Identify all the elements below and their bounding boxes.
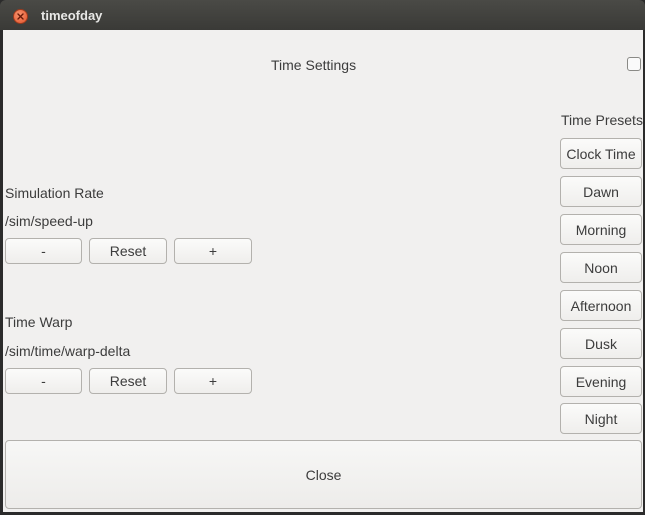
page-title: Time Settings [271,57,357,73]
preset-dusk-button[interactable]: Dusk [560,328,642,359]
simulation-rate-increase-button[interactable]: + [174,238,252,264]
settings-checkbox[interactable] [627,57,641,71]
time-presets-heading: Time Presets [561,112,643,128]
simulation-rate-decrease-button[interactable]: - [5,238,82,264]
preset-noon-button[interactable]: Noon [560,252,642,283]
window-close-icon[interactable] [13,9,28,24]
preset-morning-button[interactable]: Morning [560,214,642,245]
title-bar: timeofday [0,0,645,30]
preset-dawn-button[interactable]: Dawn [560,176,642,207]
window-title: timeofday [41,8,103,23]
preset-evening-button[interactable]: Evening [560,366,642,397]
time-warp-increase-button[interactable]: + [174,368,252,394]
preset-afternoon-button[interactable]: Afternoon [560,290,642,321]
preset-night-button[interactable]: Night [560,403,642,434]
time-warp-label: Time Warp [5,314,73,330]
simulation-rate-label: Simulation Rate [5,185,104,201]
time-warp-decrease-button[interactable]: - [5,368,82,394]
simulation-rate-property: /sim/speed-up [5,213,93,229]
simulation-rate-reset-button[interactable]: Reset [89,238,167,264]
close-button[interactable]: Close [5,440,642,509]
time-warp-reset-button[interactable]: Reset [89,368,167,394]
time-warp-property: /sim/time/warp-delta [5,343,131,359]
dialog-content: Time Settings Simulation Rate /sim/speed… [3,30,643,512]
preset-clock-time-button[interactable]: Clock Time [560,138,642,169]
